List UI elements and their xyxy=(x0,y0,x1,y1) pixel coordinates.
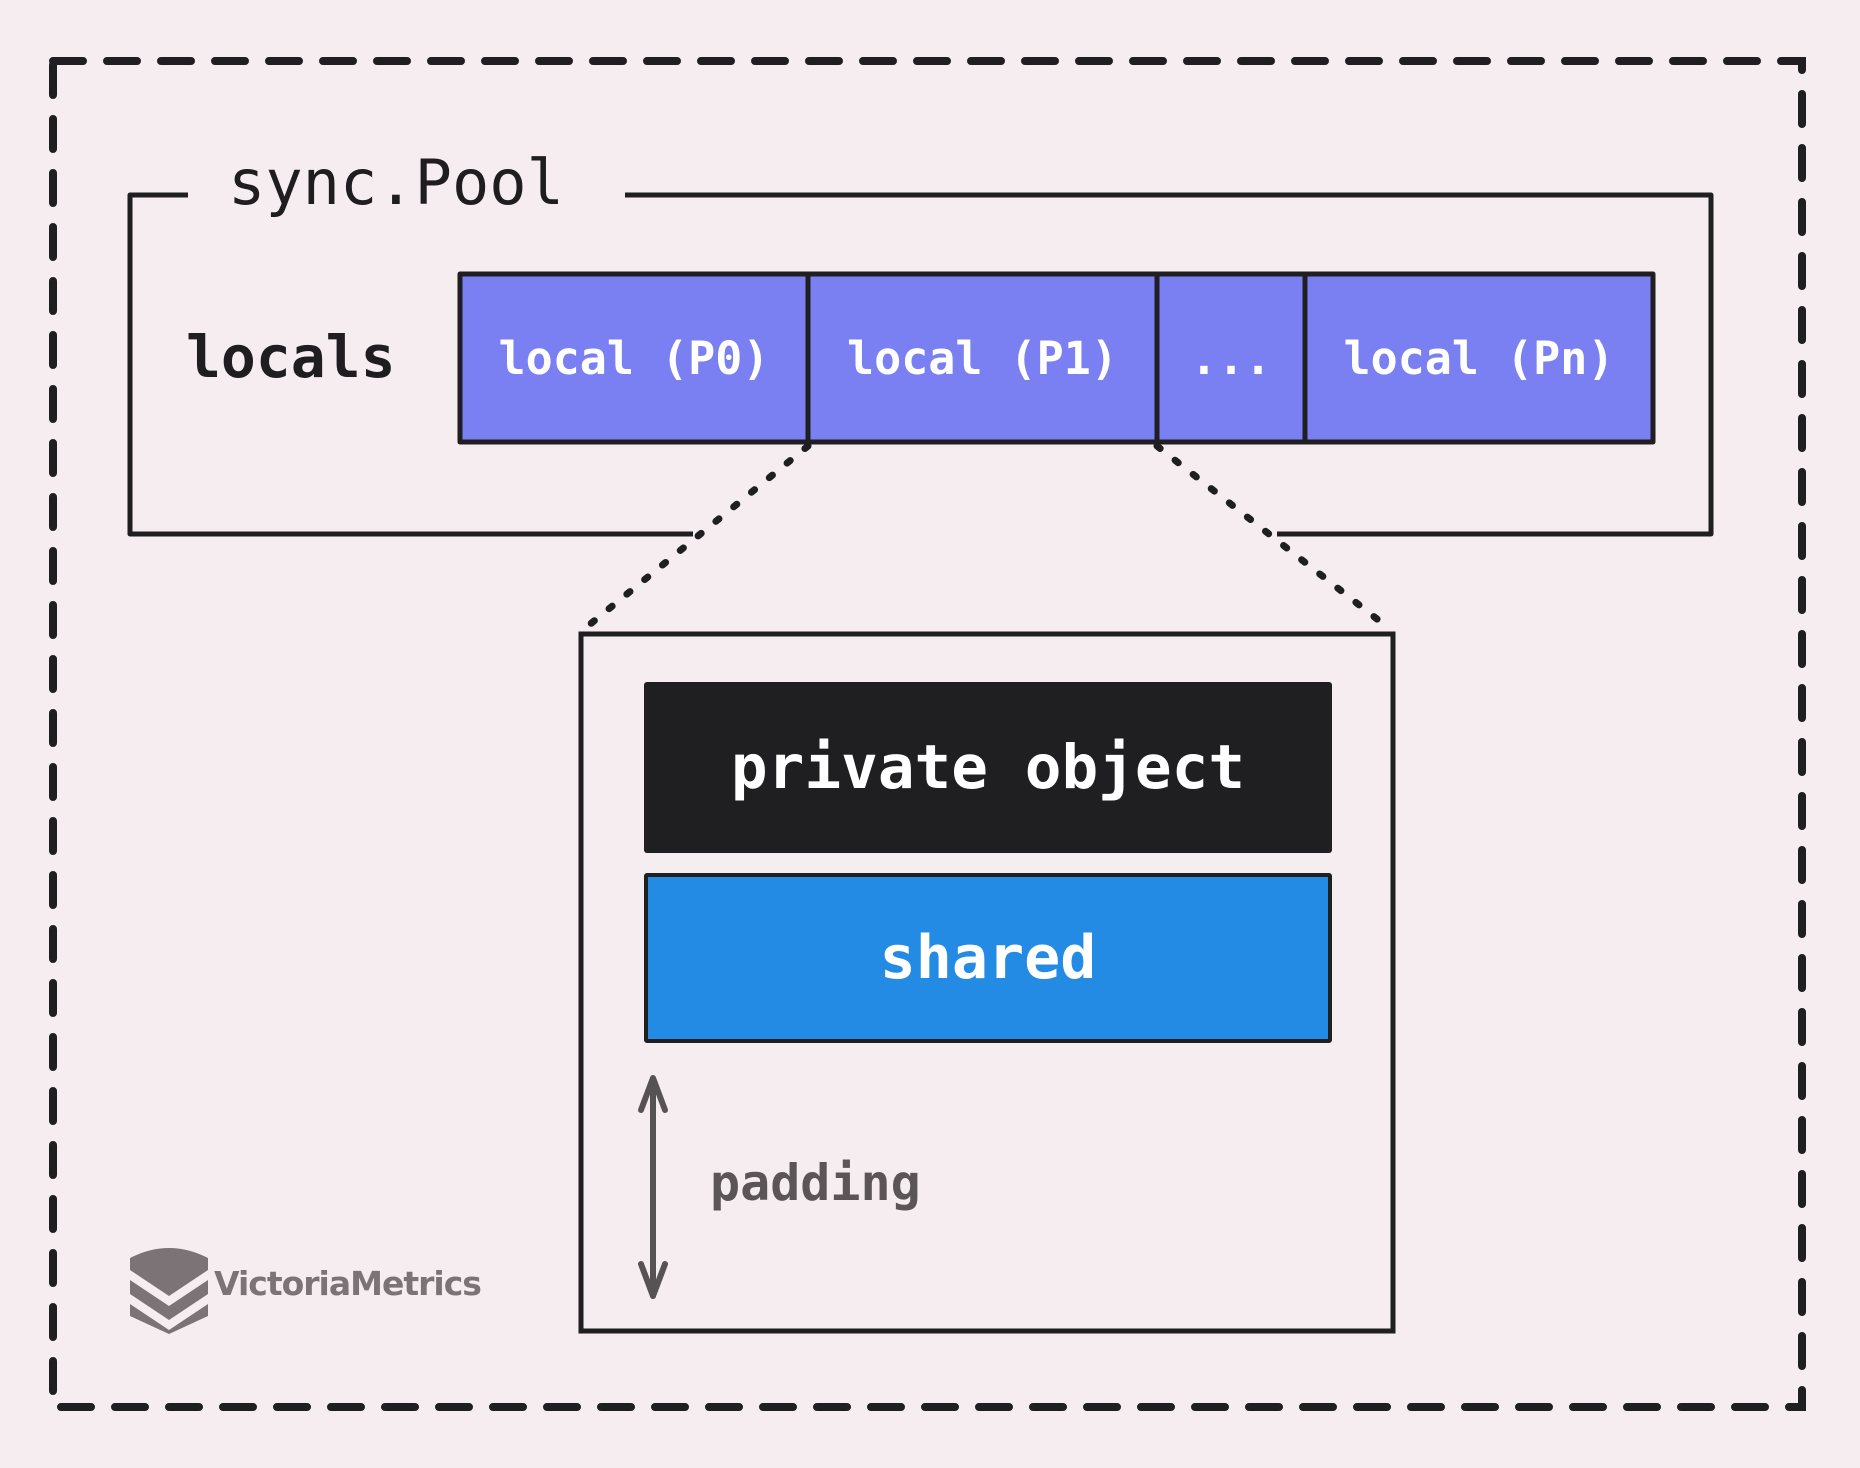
sync-pool-title: sync.Pool xyxy=(228,146,564,219)
private-object-box: private object xyxy=(644,682,1332,853)
shared-box: shared xyxy=(644,873,1332,1043)
padding-arrow-icon xyxy=(638,1075,668,1299)
locals-label: locals xyxy=(186,323,396,391)
local-cell-label: local (Pn) xyxy=(1343,331,1615,385)
local-cell-label: local (P1) xyxy=(847,331,1118,385)
zoom-dotted-line-left xyxy=(579,442,812,634)
victoriametrics-logo-text: VictoriaMetrics xyxy=(214,1264,482,1303)
local-cell-ellipsis: ... xyxy=(1157,274,1305,442)
private-object-label: private object xyxy=(730,732,1246,803)
local-cell-p0: local (P0) xyxy=(460,274,808,442)
local-cell-label: local (P0) xyxy=(498,331,770,385)
victoriametrics-logo-icon xyxy=(130,1248,208,1334)
shared-label: shared xyxy=(879,923,1097,993)
zoom-dotted-line-right xyxy=(1153,442,1395,634)
padding-label: padding xyxy=(710,1154,921,1212)
local-cell-p1: local (P1) xyxy=(808,274,1157,442)
local-cell-pn: local (Pn) xyxy=(1305,274,1653,442)
local-cell-label: ... xyxy=(1190,331,1272,385)
